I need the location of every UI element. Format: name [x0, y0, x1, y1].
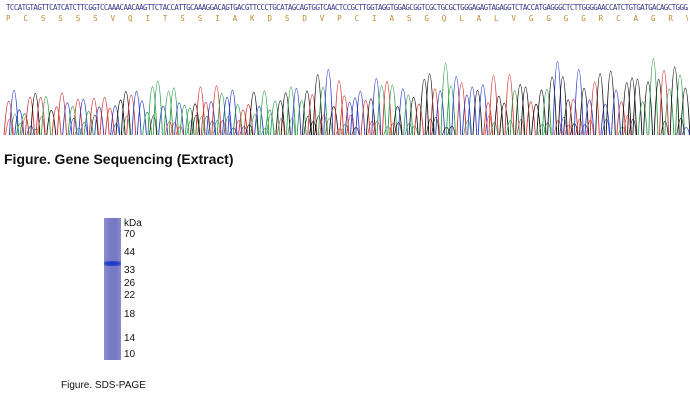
trace-peak: [584, 99, 595, 136]
trace-peak: [669, 66, 680, 136]
trace-minor-peak: [516, 118, 525, 136]
amino-acid-sequence: P C S S S S V Q I T S S I A K D S D V P …: [6, 14, 688, 23]
trace-peak: [643, 81, 654, 136]
marker-label: 33: [124, 265, 136, 276]
trace-peak: [429, 88, 440, 136]
trace-peak: [392, 106, 403, 136]
marker-label: 14: [124, 333, 136, 344]
dna-sequence: TCCATGTAGTTCATCATCTTCGGTCCAAACAACAAGTTCT…: [6, 4, 688, 12]
trace-peak: [467, 86, 478, 136]
trace-minor-peak: [79, 122, 88, 136]
trace-peak: [120, 91, 131, 136]
trace-peak: [595, 73, 606, 136]
trace-peak: [525, 101, 536, 136]
kda-unit-label: kDa: [124, 218, 142, 229]
gene-sequencing-caption: Figure. Gene Sequencing (Extract): [4, 151, 234, 167]
trace-peak: [254, 106, 265, 136]
marker-label: 22: [124, 290, 136, 301]
trace-peak: [3, 100, 14, 136]
trace-peak: [190, 103, 201, 136]
marker-label: 26: [124, 278, 136, 289]
marker-label: 44: [124, 247, 136, 258]
marker-label: 18: [124, 309, 136, 320]
trace-peak: [328, 106, 339, 136]
trace-minor-peak: [324, 118, 333, 136]
trace-peak: [9, 89, 19, 136]
trace-minor-peak: [463, 120, 472, 136]
protein-band: [104, 261, 121, 266]
trace-minor-peak: [287, 117, 296, 136]
trace-peak: [451, 76, 462, 136]
gel-lane: [104, 218, 121, 360]
marker-label: 10: [124, 349, 136, 360]
trace-peak: [94, 106, 105, 136]
trace-peak: [637, 101, 648, 136]
trace-minor-peak: [431, 116, 440, 136]
trace-minor-peak: [388, 122, 397, 136]
marker-label: 70: [124, 229, 136, 240]
trace-peak: [493, 96, 504, 136]
trace-peak: [611, 89, 622, 136]
chromatogram-traces: [3, 58, 690, 136]
trace-peak: [232, 104, 243, 136]
trace-peak: [51, 106, 62, 136]
trace-peak: [14, 109, 25, 136]
trace-peak: [552, 61, 563, 136]
trace-peak: [547, 76, 558, 136]
trace-peak: [152, 81, 163, 136]
trace-peak: [397, 88, 408, 136]
sds-page-caption: Figure. SDS-PAGE: [61, 380, 146, 391]
trace-peak: [83, 111, 94, 136]
trace-peak: [664, 88, 675, 136]
trace-peak: [56, 92, 67, 136]
trace-minor-peak: [628, 118, 637, 136]
trace-minor-peak: [442, 126, 450, 136]
trace-peak: [142, 111, 153, 136]
trace-peak: [131, 91, 142, 136]
